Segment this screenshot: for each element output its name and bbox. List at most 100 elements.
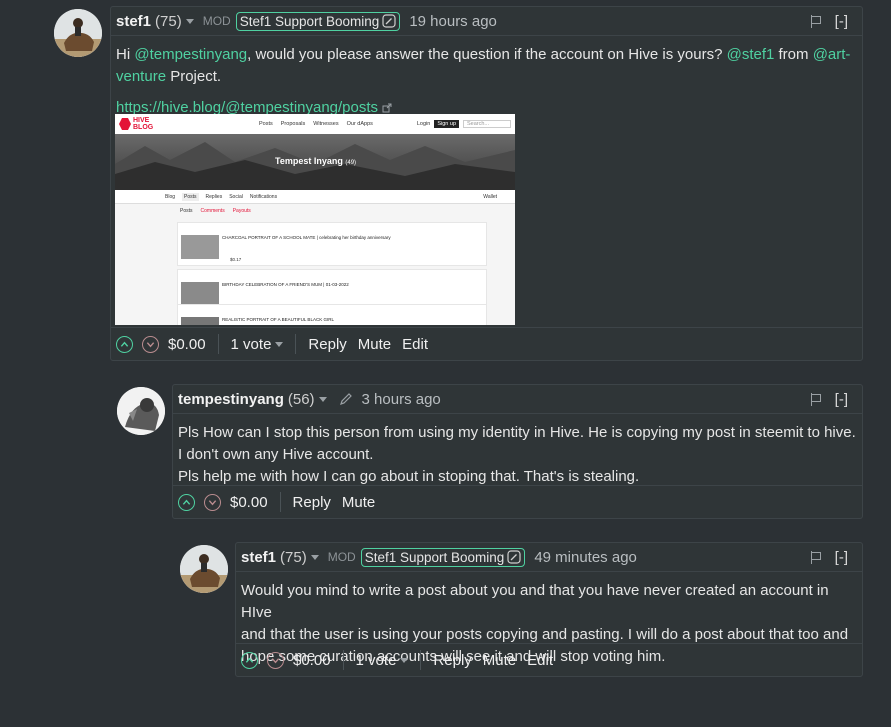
author-name[interactable]: tempestinyang bbox=[178, 391, 284, 408]
collapse-button[interactable]: [-] bbox=[835, 549, 848, 566]
tab: Posts bbox=[182, 192, 199, 201]
search-text: Search... bbox=[463, 120, 511, 128]
post-title: CHARCOAL PORTRAIT OF A SCHOOL MATE | cel… bbox=[222, 235, 391, 240]
reply-button[interactable]: Reply bbox=[433, 652, 471, 669]
reputation: (75) bbox=[280, 548, 307, 566]
text: from bbox=[774, 46, 813, 63]
comment-line: Would you mind to write a post about you… bbox=[241, 582, 829, 621]
chevron-up-icon bbox=[182, 499, 191, 505]
chevron-down-icon[interactable] bbox=[185, 18, 194, 24]
text: Project. bbox=[166, 68, 222, 85]
pencil-icon bbox=[339, 393, 352, 405]
payout-value[interactable]: $0.00 bbox=[293, 652, 331, 669]
post-title: REALISTIC PORTRAIT OF A BEAUTIFUL BLACK … bbox=[222, 317, 334, 322]
status-badge: Stef1 Support Booming bbox=[360, 547, 526, 567]
screenshot-post: REALISTIC PORTRAIT OF A BEAUTIFUL BLACK … bbox=[177, 304, 487, 325]
profile-name-text: Tempest Inyang bbox=[275, 156, 343, 166]
comment-footer: $0.00 1 vote Reply Mute Edit bbox=[236, 643, 862, 676]
comment-actions: Reply Mute Edit bbox=[433, 652, 553, 669]
flag-icon[interactable] bbox=[810, 15, 822, 28]
text: Hi bbox=[116, 46, 135, 63]
reply-button[interactable]: Reply bbox=[308, 336, 346, 353]
chevron-down-icon[interactable] bbox=[310, 554, 319, 560]
status-badge: Stef1 Support Booming bbox=[235, 11, 401, 31]
payout-value[interactable]: $0.00 bbox=[230, 494, 268, 511]
divider bbox=[295, 334, 297, 354]
comment-header: stef1 (75) MOD Stef1 Support Booming 49 … bbox=[236, 543, 862, 572]
edit-button[interactable]: Edit bbox=[402, 336, 428, 353]
comment-footer: $0.00 1 vote Reply Mute Edit bbox=[111, 327, 862, 360]
timestamp[interactable]: 49 minutes ago bbox=[534, 549, 637, 566]
votes-dropdown[interactable]: 1 vote bbox=[231, 336, 284, 353]
timestamp[interactable]: 3 hours ago bbox=[362, 391, 441, 408]
mute-button[interactable]: Mute bbox=[342, 494, 375, 511]
hive-logo: HIVE BLOG bbox=[119, 117, 169, 131]
post-thumbnail bbox=[181, 235, 219, 259]
upvote-button[interactable] bbox=[178, 493, 195, 511]
text: , would you please answer the question i… bbox=[247, 46, 727, 63]
downvote-button[interactable] bbox=[142, 335, 159, 353]
mute-button[interactable]: Mute bbox=[483, 652, 516, 669]
profile-picture-icon bbox=[117, 387, 165, 435]
comment-line: Pls How can I stop this person from usin… bbox=[178, 424, 856, 441]
tab: Social bbox=[229, 193, 243, 200]
downvote-button[interactable] bbox=[204, 493, 221, 511]
upvote-button[interactable] bbox=[241, 651, 258, 669]
chevron-down-icon bbox=[146, 341, 155, 347]
edit-badge-icon[interactable] bbox=[507, 550, 521, 564]
votes-count: 1 vote bbox=[355, 651, 397, 669]
votes-dropdown[interactable]: 1 vote bbox=[356, 652, 409, 669]
reply-button[interactable]: Reply bbox=[293, 494, 331, 511]
votes-count: 1 vote bbox=[230, 335, 272, 353]
mention-link[interactable]: @stef1 bbox=[727, 46, 775, 63]
flag-icon[interactable] bbox=[810, 551, 822, 564]
divider bbox=[279, 492, 281, 512]
tab: Blog bbox=[165, 193, 176, 200]
mute-button[interactable]: Mute bbox=[358, 336, 391, 353]
comment-card: stef1 (75) MOD Stef1 Support Booming 49 … bbox=[235, 542, 863, 677]
timestamp[interactable]: 19 hours ago bbox=[409, 13, 497, 30]
upvote-button[interactable] bbox=[116, 335, 133, 353]
collapse-button[interactable]: [-] bbox=[835, 13, 848, 30]
payout-value[interactable]: $0.00 bbox=[168, 336, 206, 353]
tab: Notifications bbox=[249, 193, 278, 200]
downvote-button[interactable] bbox=[267, 651, 284, 669]
divider bbox=[420, 650, 422, 670]
reputation: (75) bbox=[155, 12, 182, 30]
subtab: Payouts bbox=[232, 208, 251, 214]
comment-body: Pls How can I stop this person from usin… bbox=[173, 414, 862, 488]
post-value: $0.17 bbox=[230, 257, 242, 262]
edit-badge-icon[interactable] bbox=[382, 14, 396, 28]
author-name[interactable]: stef1 bbox=[241, 549, 276, 566]
comment-actions: Reply Mute bbox=[293, 494, 376, 511]
collapse-button[interactable]: [-] bbox=[835, 391, 848, 408]
subtab: Comments bbox=[200, 208, 225, 214]
profile-banner: Tempest Inyang (49) bbox=[115, 134, 515, 190]
avatar[interactable] bbox=[180, 545, 228, 593]
avatar[interactable] bbox=[54, 9, 102, 57]
divider bbox=[342, 650, 344, 670]
screenshot-nav: HIVE BLOG Posts Proposals Witnesses Our d… bbox=[115, 114, 515, 134]
reputation: (56) bbox=[287, 390, 315, 408]
external-link-icon bbox=[382, 103, 392, 113]
mod-label: MOD bbox=[202, 14, 231, 28]
mention-link[interactable]: venture bbox=[116, 68, 166, 85]
subtab: Posts bbox=[180, 208, 193, 214]
mention-link[interactable]: @art- bbox=[813, 46, 851, 63]
edit-button[interactable]: Edit bbox=[527, 652, 553, 669]
mention-link[interactable]: @tempestinyang bbox=[134, 46, 247, 63]
post-title: BIRTHDAY CELEBRATION OF A FRIEND'S MUM |… bbox=[222, 282, 349, 287]
comment-card: tempestinyang (56) 3 hours ago [-] Pls H… bbox=[172, 384, 863, 519]
signup-text: Sign up bbox=[434, 120, 459, 128]
chevron-down-icon bbox=[271, 657, 280, 663]
comment-body: Hi @tempestinyang, would you please answ… bbox=[111, 36, 862, 119]
comment-text: Hi @tempestinyang, would you please answ… bbox=[116, 44, 857, 88]
author-name[interactable]: stef1 bbox=[116, 13, 151, 30]
horse-rider-icon bbox=[180, 545, 228, 593]
mod-label: MOD bbox=[327, 550, 356, 564]
tab: Replies bbox=[205, 193, 223, 200]
chevron-down-icon[interactable] bbox=[318, 396, 327, 402]
embedded-screenshot[interactable]: HIVE BLOG Posts Proposals Witnesses Our d… bbox=[115, 114, 515, 325]
flag-icon[interactable] bbox=[810, 393, 822, 406]
avatar[interactable] bbox=[117, 387, 165, 435]
